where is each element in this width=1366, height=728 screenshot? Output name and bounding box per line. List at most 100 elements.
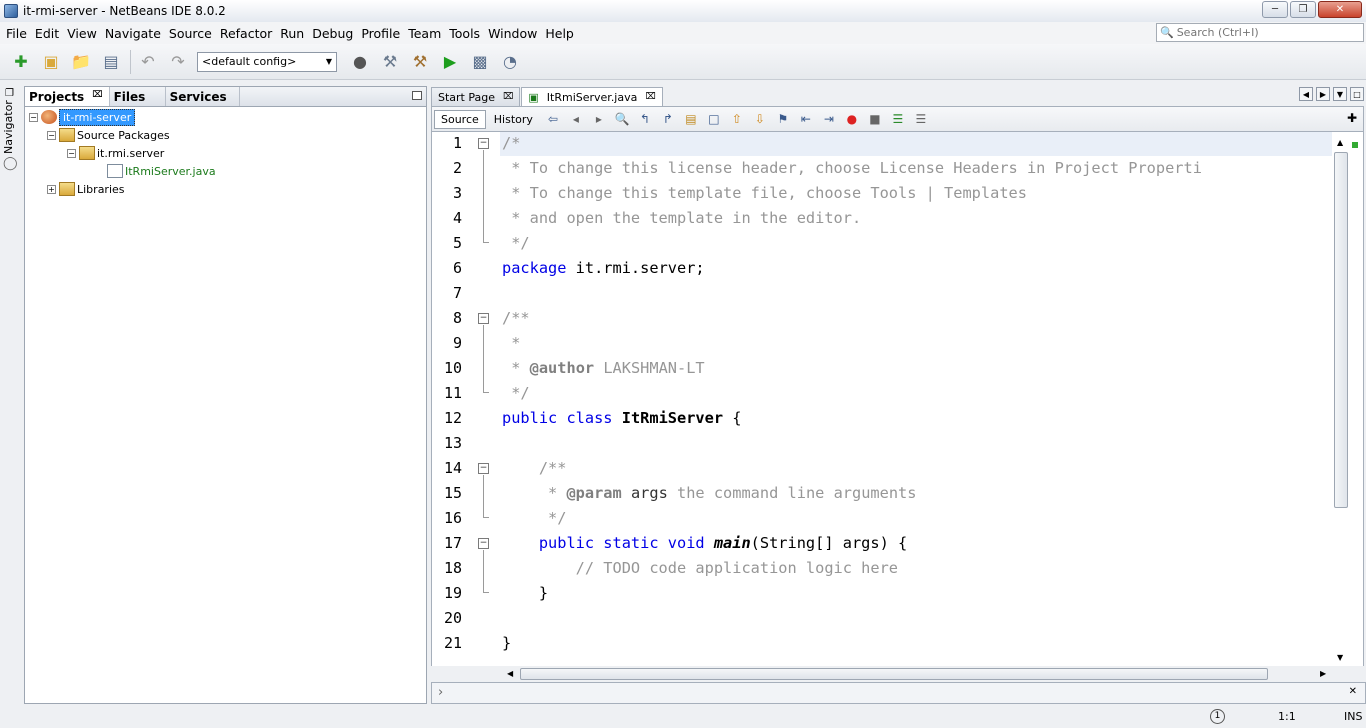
find-previous-icon[interactable]: ↰ (637, 111, 653, 127)
menu-debug[interactable]: Debug (309, 26, 356, 41)
restore-window-icon[interactable]: ❐ (5, 88, 14, 99)
run-icon[interactable]: ▶ (439, 51, 461, 73)
tab-files[interactable]: Files (110, 87, 166, 106)
menu-view[interactable]: View (64, 26, 100, 41)
navigator-strip: ❐ Navigator ◯ (0, 84, 22, 704)
menu-source[interactable]: Source (166, 26, 215, 41)
close-output-icon[interactable]: ✕ (1349, 686, 1357, 697)
comment-icon[interactable]: ☰ (890, 111, 906, 127)
fold-collapse-icon[interactable]: − (478, 463, 489, 474)
fold-collapse-icon[interactable]: − (478, 538, 489, 549)
show-opened-documents-icon[interactable]: ▼ (1333, 87, 1347, 101)
code-line-10: * @author LAKSHMAN-LT (502, 359, 705, 377)
clean-build-icon[interactable]: ⚒ (409, 51, 431, 73)
navigator-tab[interactable]: Navigator (2, 100, 15, 154)
expand-icon[interactable]: + (47, 184, 56, 194)
menu-edit[interactable]: Edit (32, 26, 62, 41)
tree-node-file[interactable]: ItRmiServer.java (107, 163, 216, 179)
line-number: 6 (452, 259, 462, 277)
undo-icon[interactable]: ↶ (137, 51, 159, 73)
minimize-panel-icon[interactable] (412, 91, 422, 100)
redo-icon[interactable]: ↷ (167, 51, 189, 73)
menu-window[interactable]: Window (485, 26, 540, 41)
new-project-icon[interactable]: ▣ (40, 51, 62, 73)
previous-bookmark-icon[interactable]: ⇧ (729, 111, 745, 127)
build-hammer-icon[interactable]: ⚒ (379, 51, 401, 73)
tree-node-project[interactable]: − it-rmi-server (29, 108, 136, 126)
tree-node-source-packages[interactable]: − Source Packages (47, 127, 170, 143)
tab-projects[interactable]: Projects ⌧ (25, 87, 110, 106)
tab-services[interactable]: Services (166, 87, 240, 106)
find-icon[interactable]: 🔍 (614, 111, 630, 127)
toggle-highlight-icon[interactable]: ▤ (683, 111, 699, 127)
code-editor[interactable]: 1 2 3 4 5 6 7 8 9 10 11 12 13 14 15 16 1… (431, 132, 1364, 666)
scroll-left-icon[interactable]: ◀ (507, 669, 513, 678)
stop-macro-icon[interactable]: ■ (867, 111, 883, 127)
menu-tools[interactable]: Tools (446, 26, 483, 41)
minimize-icon[interactable]: ─ (1262, 1, 1288, 18)
search-box[interactable]: 🔍 (1156, 23, 1364, 42)
debug-icon[interactable]: ▩ (469, 51, 491, 73)
source-button[interactable]: Source (434, 109, 486, 129)
tab-close-icon[interactable]: ⌧ (92, 90, 102, 106)
tab-close-icon[interactable]: ⌧ (503, 92, 513, 102)
search-input[interactable] (1176, 26, 1357, 39)
toggle-bookmark-icon[interactable]: ⚑ (775, 111, 791, 127)
maximize-icon[interactable]: ❐ (1290, 1, 1316, 18)
find-next-icon[interactable]: ↱ (660, 111, 676, 127)
fold-collapse-icon[interactable]: − (478, 138, 489, 149)
vertical-scroll-thumb[interactable] (1334, 152, 1348, 508)
scroll-down-icon[interactable]: ▼ (1337, 653, 1343, 662)
code-line-2: * To change this license header, choose … (502, 159, 1202, 177)
tab-close-icon[interactable]: ⌧ (645, 92, 655, 102)
save-all-icon[interactable]: ▤ (100, 51, 122, 73)
fold-collapse-icon[interactable]: − (478, 313, 489, 324)
scroll-right-icon[interactable]: ▶ (1320, 669, 1326, 678)
collapse-icon[interactable]: − (47, 130, 56, 140)
scroll-right-icon[interactable]: ▶ (1316, 87, 1330, 101)
libraries-label: Libraries (77, 182, 125, 196)
expand-output-icon[interactable]: › (438, 685, 443, 700)
menu-file[interactable]: File (3, 26, 30, 41)
fold-guide-end (483, 242, 489, 243)
forward-icon[interactable]: ▸ (591, 111, 607, 127)
last-edit-icon[interactable]: ⇦ (545, 111, 561, 127)
uncomment-icon[interactable]: ☰ (913, 111, 929, 127)
code-line-11: */ (502, 384, 530, 402)
tree-node-package[interactable]: − it.rmi.server (67, 145, 164, 161)
menu-profile[interactable]: Profile (358, 26, 403, 41)
current-line-highlight (432, 132, 1332, 156)
collapse-icon[interactable]: − (29, 112, 38, 122)
notifications-icon[interactable]: 1 (1210, 709, 1225, 724)
netbeans-logo-icon (4, 4, 18, 18)
back-icon[interactable]: ◂ (568, 111, 584, 127)
maximize-editor-icon[interactable]: □ (1350, 87, 1364, 101)
profile-icon[interactable]: ◔ (499, 51, 521, 73)
menu-refactor[interactable]: Refactor (217, 26, 275, 41)
horizontal-scroll-thumb[interactable] (520, 668, 1268, 680)
open-project-icon[interactable]: 📁 (70, 51, 92, 73)
editor-options-icon[interactable]: ✚ (1347, 111, 1357, 125)
new-file-icon[interactable]: ✚ (10, 51, 32, 73)
start-macro-icon[interactable]: ● (844, 111, 860, 127)
collapse-icon[interactable]: − (67, 148, 76, 158)
next-bookmark-icon[interactable]: ⇩ (752, 111, 768, 127)
menu-run[interactable]: Run (277, 26, 307, 41)
shift-right-icon[interactable]: ⇥ (821, 111, 837, 127)
menu-navigate[interactable]: Navigate (102, 26, 164, 41)
line-number: 11 (443, 384, 462, 402)
history-button[interactable]: History (490, 111, 537, 128)
close-icon[interactable]: ✕ (1318, 1, 1362, 18)
shift-left-icon[interactable]: ⇤ (798, 111, 814, 127)
browser-globe-icon[interactable]: ● (349, 51, 371, 73)
menu-team[interactable]: Team (405, 26, 444, 41)
tree-node-libraries[interactable]: + Libraries (47, 181, 125, 197)
tab-start-page[interactable]: Start Page ⌧ (431, 87, 521, 106)
navigator-compass-icon[interactable]: ◯ (3, 156, 18, 171)
scroll-left-icon[interactable]: ◀ (1299, 87, 1313, 101)
scroll-up-icon[interactable]: ▲ (1337, 138, 1343, 147)
menu-help[interactable]: Help (542, 26, 577, 41)
config-dropdown[interactable]: <default config> ▼ (197, 51, 337, 72)
tab-itrmiserver-java[interactable]: ▣ ItRmiServer.java ⌧ (521, 87, 663, 106)
toggle-rect-selection-icon[interactable]: □ (706, 111, 722, 127)
